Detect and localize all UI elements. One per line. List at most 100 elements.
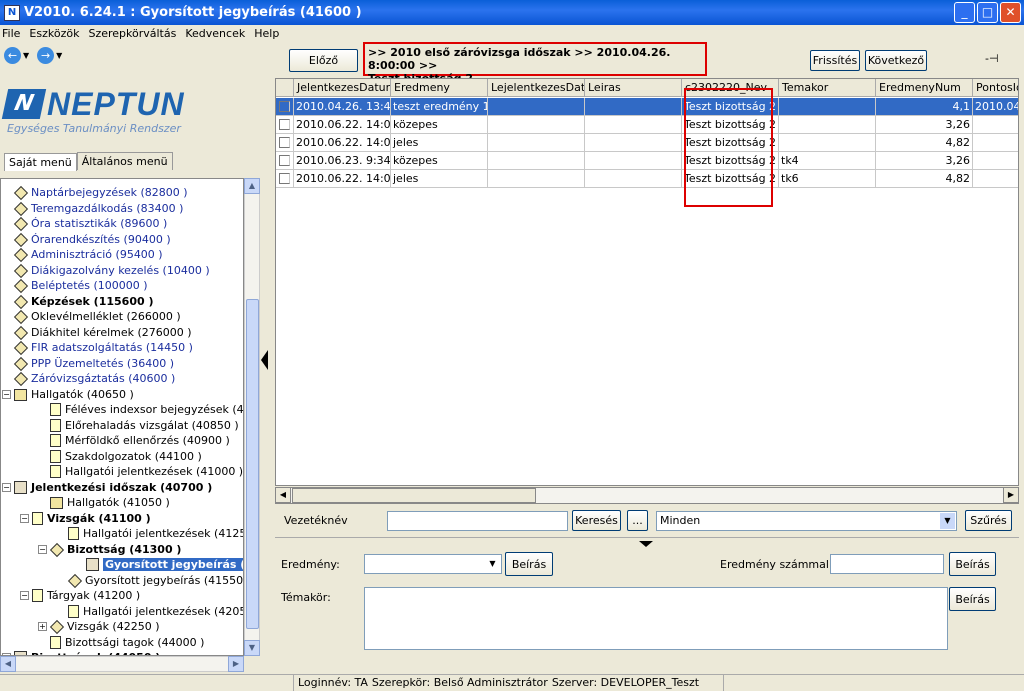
grid-scroll-left-icon[interactable]: ◀ xyxy=(275,487,291,503)
search-button[interactable]: Keresés xyxy=(572,510,621,531)
close-button[interactable]: ✕ xyxy=(1000,2,1021,23)
grid-column-header[interactable]: Temakor xyxy=(779,79,876,96)
tree-item[interactable]: − Jelentkezési időszak (40700 ) xyxy=(2,480,212,495)
numeric-result-input[interactable] xyxy=(830,554,944,574)
grid-column-header[interactable]: LejelentkezesDat... xyxy=(488,79,585,96)
tree-item[interactable]: Gyorsított jegybeírás (41600 ) xyxy=(86,557,243,572)
tree-item[interactable]: Órarendkészítés (90400 ) xyxy=(13,232,171,247)
previous-button[interactable]: Előző xyxy=(289,49,358,72)
collapse-icon[interactable]: − xyxy=(38,545,47,554)
row-checkbox[interactable] xyxy=(279,137,290,148)
tree-item[interactable]: Oklevélmelléklet (266000 ) xyxy=(13,309,181,324)
expand-panel-icon[interactable] xyxy=(639,541,653,547)
table-row[interactable]: 2010.06.22. 14:06:2közepesTeszt bizottsá… xyxy=(276,116,1018,134)
collapse-icon[interactable]: − xyxy=(20,514,29,523)
menu-role-switch[interactable]: Szerepkörváltás xyxy=(88,27,176,40)
tree-item[interactable]: Záróvizsgáztatás (40600 ) xyxy=(13,371,175,386)
result-dropdown-icon[interactable]: ▼ xyxy=(485,556,500,572)
row-checkbox[interactable] xyxy=(279,101,290,112)
minimize-button[interactable]: _ xyxy=(954,2,975,23)
expand-icon[interactable]: + xyxy=(38,622,47,631)
grid-scroll-thumb[interactable] xyxy=(292,488,536,503)
tree-item[interactable]: Beléptetés (100000 ) xyxy=(13,278,148,293)
tree-item[interactable]: − Tárgyak (41200 ) xyxy=(20,588,140,603)
write-result-button[interactable]: Beírás xyxy=(505,552,553,576)
pin-icon[interactable]: -⊣ xyxy=(985,52,999,65)
panel-splitter[interactable] xyxy=(260,45,270,675)
row-checkbox[interactable] xyxy=(279,155,290,166)
scroll-right-icon[interactable]: ▶ xyxy=(228,656,244,672)
tree-item[interactable]: Hallgatói jelentkezések (41000 ) xyxy=(50,464,243,479)
collapse-left-icon[interactable] xyxy=(261,350,268,370)
write-numeric-button[interactable]: Beírás xyxy=(949,552,996,576)
tree-item[interactable]: − Bizottság (41300 ) xyxy=(38,542,181,557)
filter-select[interactable]: Minden ▼ xyxy=(656,511,957,531)
maximize-button[interactable]: □ xyxy=(977,2,998,23)
scroll-left-icon[interactable]: ◀ xyxy=(0,656,16,672)
tab-own-menu[interactable]: Saját menü xyxy=(4,153,77,171)
tree-item[interactable]: Teremgazdálkodás (83400 ) xyxy=(13,201,183,216)
forward-icon[interactable]: → xyxy=(37,46,55,64)
scroll-thumb[interactable] xyxy=(246,299,259,629)
tree-item[interactable]: Gyorsított jegybeírás (41550 ) xyxy=(67,573,243,588)
tree-item[interactable]: − Vizsgák (41100 ) xyxy=(20,511,151,526)
tree-item[interactable]: Óra statisztikák (89600 ) xyxy=(13,216,167,231)
tree-item[interactable]: Féléves indexsor bejegyzések (40750 ) xyxy=(50,402,243,417)
tree-item[interactable]: Diákhitel kérelmek (276000 ) xyxy=(13,325,192,340)
tree-item[interactable]: Mérföldkő ellenőrzés (40900 ) xyxy=(50,433,230,448)
tree-item-label: Hallgatói jelentkezések (41250 ) xyxy=(83,527,244,540)
tree-item[interactable]: Előrehaladás vizsgálat (40850 ) xyxy=(50,418,239,433)
refresh-button[interactable]: Frissítés xyxy=(810,50,860,71)
table-row[interactable]: 2010.06.22. 14:06:2jelesTeszt bizottság … xyxy=(276,134,1018,152)
menu-favorites[interactable]: Kedvencek xyxy=(185,27,245,40)
tree-item[interactable]: − Hallgatók (40650 ) xyxy=(2,387,134,402)
write-topic-button[interactable]: Beírás xyxy=(949,587,996,611)
topic-textarea[interactable] xyxy=(364,587,948,650)
grid-column-header[interactable]: PontosId xyxy=(973,79,1018,96)
browse-button[interactable]: ... xyxy=(627,510,648,531)
filter-dropdown-icon[interactable]: ▼ xyxy=(940,513,955,529)
table-row[interactable]: 2010.06.22. 14:06:2jelesTeszt bizottság … xyxy=(276,170,1018,188)
filter-button[interactable]: Szűrés xyxy=(965,510,1012,531)
row-checkbox[interactable] xyxy=(279,119,290,130)
tree-item[interactable]: + Vizsgák (42250 ) xyxy=(38,619,160,634)
next-button[interactable]: Következő xyxy=(865,50,927,71)
tree-item[interactable]: PPP Üzemeltetés (36400 ) xyxy=(13,356,174,371)
grid-column-header[interactable]: JelentkezesDatuma xyxy=(294,79,391,96)
tree-item[interactable]: Hallgatói jelentkezések (41250 ) xyxy=(68,526,244,541)
surname-input[interactable] xyxy=(387,511,568,531)
back-dropdown-icon[interactable]: ▼ xyxy=(23,51,29,60)
tree-item[interactable]: Naptárbejegyzések (82800 ) xyxy=(13,185,188,200)
tree-vertical-scrollbar[interactable]: ▲ ▼ xyxy=(244,178,260,656)
tree-item[interactable]: Hallgatók (41050 ) xyxy=(50,495,170,510)
result-select[interactable]: ▼ xyxy=(364,554,502,574)
tree-item[interactable]: Képzések (115600 ) xyxy=(13,294,154,309)
table-row[interactable]: 2010.04.26. 13:42:1teszt eredmény 1Teszt… xyxy=(276,98,1018,116)
tree-item[interactable]: Diákigazolvány kezelés (10400 ) xyxy=(13,263,210,278)
grid-column-header[interactable]: Leiras xyxy=(585,79,682,96)
grid-horizontal-scrollbar[interactable]: ◀ ▶ xyxy=(275,487,1019,504)
scroll-up-icon[interactable]: ▲ xyxy=(244,178,260,194)
tree-item[interactable]: Szakdolgozatok (44100 ) xyxy=(50,449,202,464)
row-checkbox[interactable] xyxy=(279,173,290,184)
menu-tools[interactable]: Eszközök xyxy=(29,27,79,40)
collapse-icon[interactable]: − xyxy=(2,390,11,399)
grid-column-header[interactable] xyxy=(276,79,294,96)
tree-horizontal-scrollbar[interactable]: ◀ ▶ xyxy=(0,656,244,672)
menu-file[interactable]: File xyxy=(2,27,20,40)
forward-dropdown-icon[interactable]: ▼ xyxy=(56,51,62,60)
menu-help[interactable]: Help xyxy=(254,27,279,40)
tree-item[interactable]: Bizottsági tagok (44000 ) xyxy=(50,635,204,650)
tree-item[interactable]: Adminisztráció (95400 ) xyxy=(13,247,163,262)
grid-column-header[interactable]: Eredmeny xyxy=(391,79,488,96)
collapse-icon[interactable]: − xyxy=(2,483,11,492)
grid-scroll-right-icon[interactable]: ▶ xyxy=(1003,487,1019,503)
table-row[interactable]: 2010.06.23. 9:34:25közepesTeszt bizottsá… xyxy=(276,152,1018,170)
tree-item[interactable]: FIR adatszolgáltatás (14450 ) xyxy=(13,340,193,355)
tab-general-menu[interactable]: Általános menü xyxy=(76,152,173,170)
back-icon[interactable]: ← xyxy=(4,46,21,64)
collapse-icon[interactable]: − xyxy=(20,591,29,600)
tree-item[interactable]: Hallgatói jelentkezések (42050 ) xyxy=(68,604,243,619)
grid-column-header[interactable]: EredmenyNum xyxy=(876,79,973,96)
scroll-down-icon[interactable]: ▼ xyxy=(244,640,260,656)
